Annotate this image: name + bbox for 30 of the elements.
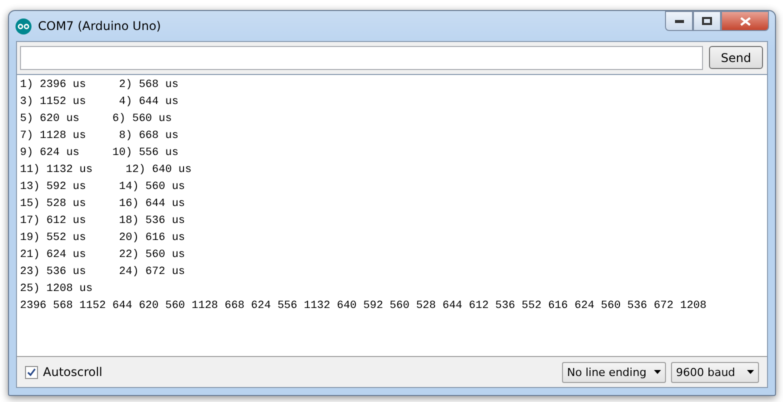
output-line: 19) 552 us 20) 616 us <box>20 231 186 246</box>
autoscroll-label: Autoscroll <box>43 365 102 379</box>
output-line: 2396 568 1152 644 620 560 1128 668 624 556 1132 640 592 560 528 644 612 536 552 616 624 560 536 672 1208 <box>20 299 707 314</box>
caret-icon <box>747 370 754 374</box>
infinity-logo-icon <box>15 18 32 34</box>
output-line: 25) 1208 us <box>20 282 93 297</box>
output-line: 5) 620 us 6) 560 us <box>20 112 172 127</box>
maximize-icon <box>702 17 712 25</box>
output-line: 21) 624 us 22) 560 us <box>20 248 186 263</box>
output-line: 13) 592 us 14) 560 us <box>20 180 186 195</box>
send-button[interactable]: Send <box>709 46 763 69</box>
output-line: 3) 1152 us 4) 644 us <box>20 95 178 110</box>
close-icon <box>740 16 750 26</box>
caret-icon <box>654 370 661 374</box>
output-line: 11) 1132 us 12) 640 us <box>20 163 192 178</box>
maximize-button[interactable] <box>693 11 721 31</box>
output-line: 7) 1128 us 8) 668 us <box>20 129 178 144</box>
close-button[interactable] <box>721 11 769 31</box>
output-line: 15) 528 us 16) 644 us <box>20 197 186 212</box>
output-line: 1) 2396 us 2) 568 us <box>20 78 178 93</box>
minimize-button[interactable] <box>665 11 693 31</box>
minimize-icon <box>674 20 684 22</box>
output-line: 9) 624 us 10) 556 us <box>20 146 178 161</box>
serial-input-field[interactable] <box>20 46 703 70</box>
output-line: 23) 536 us 24) 672 us <box>20 265 186 280</box>
dropdown[interactable]: 9600 baud <box>671 362 759 382</box>
dropdown[interactable]: No line ending <box>562 362 666 382</box>
autoscroll-checkbox[interactable] <box>25 366 38 378</box>
window-title: COM7 (Arduino Uno) <box>38 19 161 33</box>
output-line: 17) 612 us 18) 536 us <box>20 214 186 229</box>
